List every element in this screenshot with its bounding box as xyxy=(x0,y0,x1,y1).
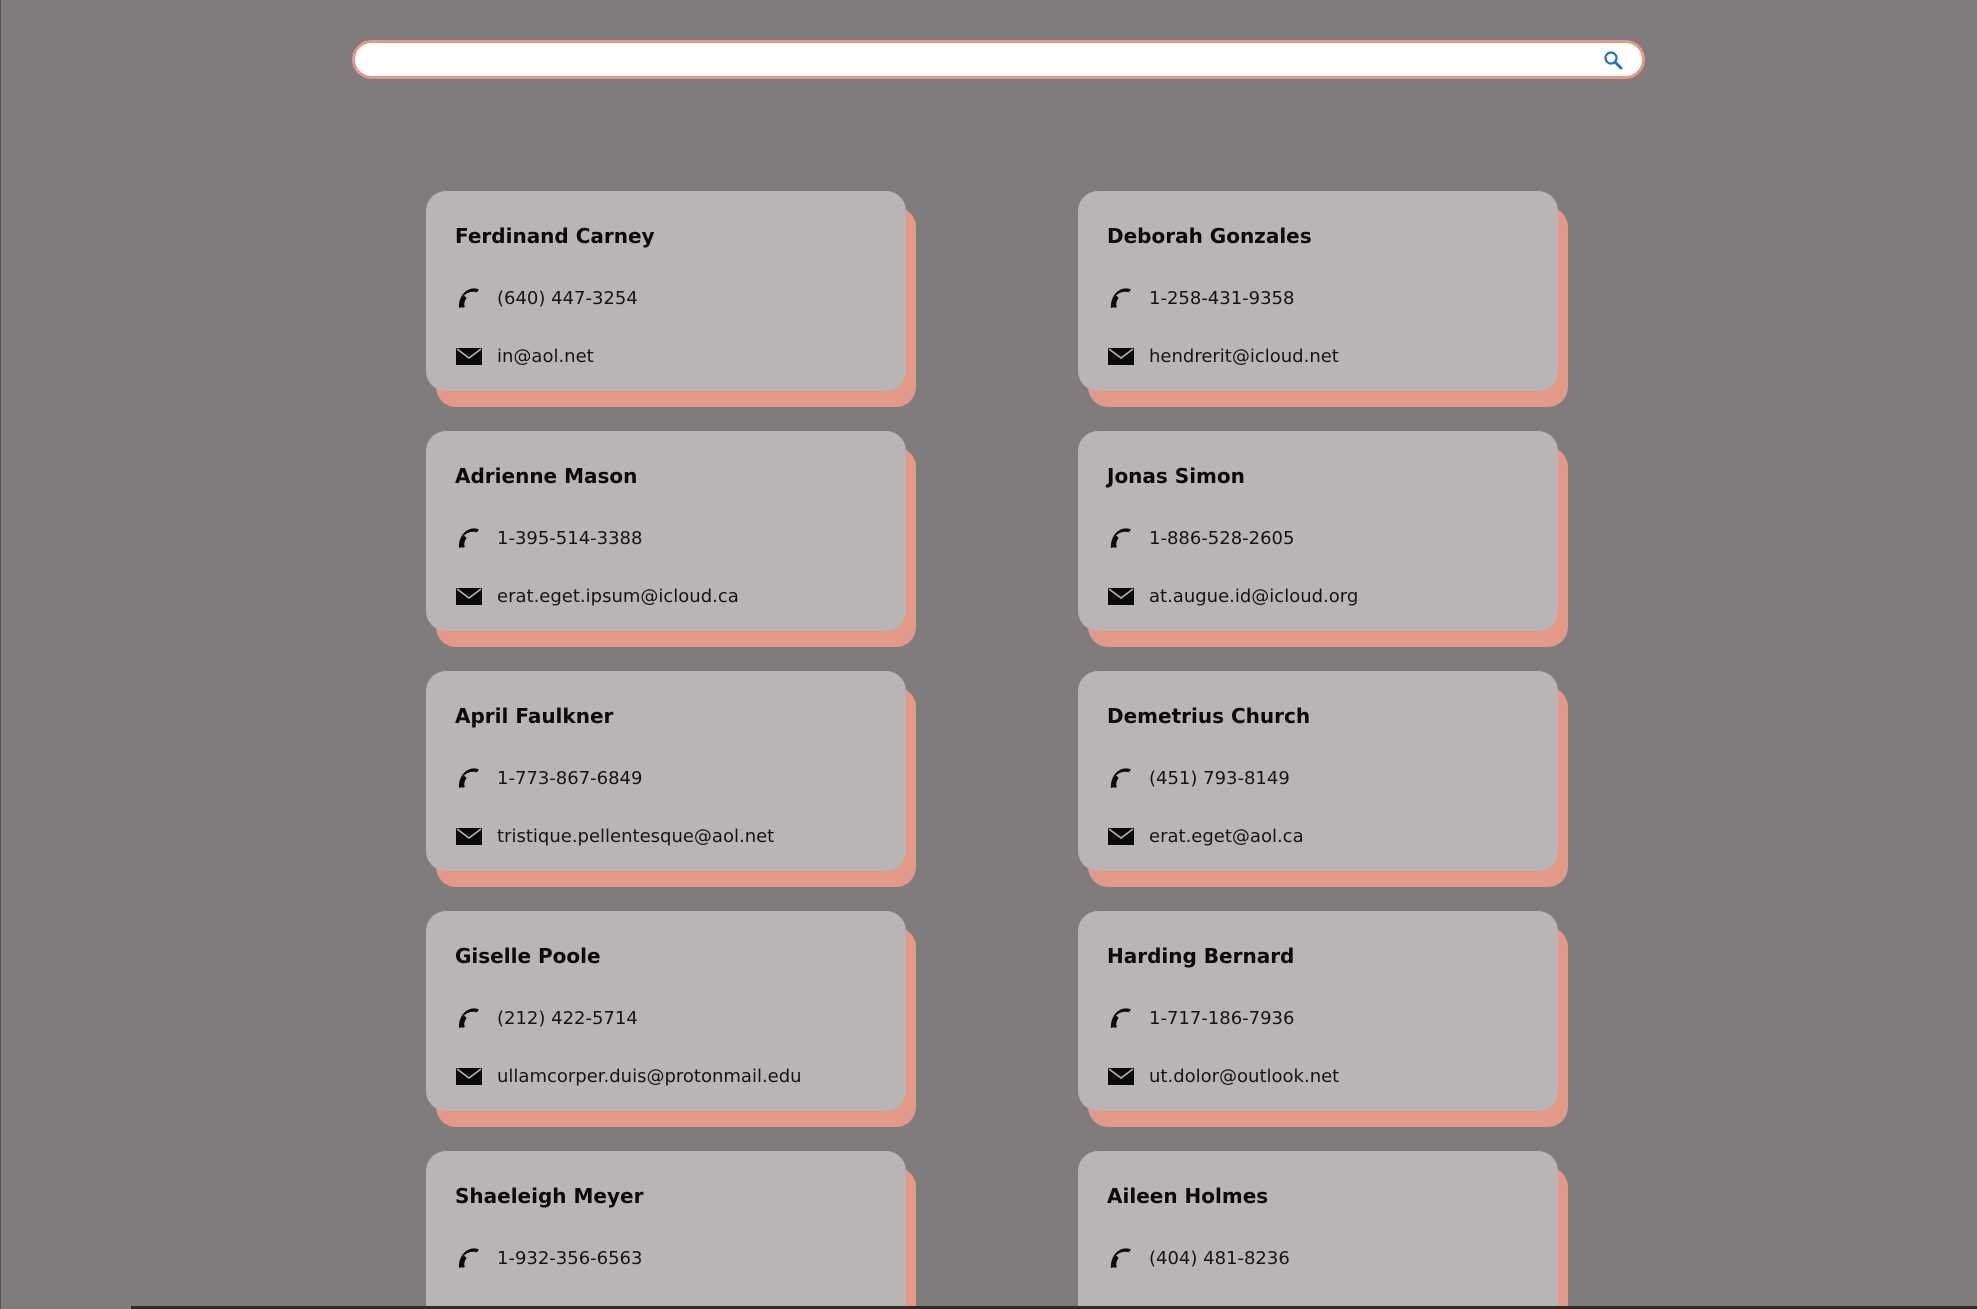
contact-card[interactable]: Aileen Holmes (404) 481-8236 xyxy=(1078,1151,1558,1309)
contact-email: erat.eget.ipsum@icloud.ca xyxy=(497,585,739,607)
contact-card[interactable]: Adrienne Mason 1-395-514-3388 erat.eget.… xyxy=(426,431,906,631)
mail-icon xyxy=(456,588,482,605)
contact-phone-row: 1-886-528-2605 xyxy=(1107,524,1558,552)
mail-icon xyxy=(1108,828,1134,845)
phone-icon xyxy=(458,1248,479,1268)
contact-card[interactable]: Demetrius Church (451) 793-8149 erat.ege… xyxy=(1078,671,1558,871)
search-icon[interactable] xyxy=(1603,50,1623,70)
phone-icon xyxy=(1110,288,1131,308)
contact-phone: (451) 793-8149 xyxy=(1149,767,1290,789)
phone-icon xyxy=(1110,1248,1131,1268)
phone-icon xyxy=(1110,768,1131,788)
mail-icon xyxy=(1108,588,1134,605)
contact-name: Deborah Gonzales xyxy=(1107,224,1312,248)
phone-icon xyxy=(458,768,479,788)
contact-name: Giselle Poole xyxy=(455,944,601,968)
contact-email-row: ullamcorper.duis@protonmail.edu xyxy=(455,1062,906,1090)
contact-card[interactable]: Shaeleigh Meyer 1-932-356-6563 xyxy=(426,1151,906,1309)
contact-phone-row: (451) 793-8149 xyxy=(1107,764,1558,792)
contact-phone: 1-717-186-7936 xyxy=(1149,1007,1295,1029)
contact-phone-row: 1-258-431-9358 xyxy=(1107,284,1558,312)
contact-phone: (640) 447-3254 xyxy=(497,287,638,309)
contact-card[interactable]: Harding Bernard 1-717-186-7936 ut.dolor@… xyxy=(1078,911,1558,1111)
contacts-page: Ferdinand Carney (640) 447-3254 in@aol.n… xyxy=(0,0,1977,1309)
contact-name: Jonas Simon xyxy=(1107,464,1245,488)
phone-icon xyxy=(1110,1008,1131,1028)
contact-email-row: erat.eget@aol.ca xyxy=(1107,822,1558,850)
mail-icon xyxy=(1108,348,1134,365)
contact-name: April Faulkner xyxy=(455,704,614,728)
contact-phone: 1-886-528-2605 xyxy=(1149,527,1295,549)
contact-phone-row: 1-717-186-7936 xyxy=(1107,1004,1558,1032)
contact-email-row: hendrerit@icloud.net xyxy=(1107,342,1558,370)
contact-phone: (212) 422-5714 xyxy=(497,1007,638,1029)
contact-name: Adrienne Mason xyxy=(455,464,638,488)
mail-icon xyxy=(456,348,482,365)
contact-email: in@aol.net xyxy=(497,345,594,367)
contact-email-row: ut.dolor@outlook.net xyxy=(1107,1062,1558,1090)
contact-email: erat.eget@aol.ca xyxy=(1149,825,1304,847)
mail-icon xyxy=(456,1068,482,1085)
contact-phone-row: 1-932-356-6563 xyxy=(455,1244,906,1272)
contact-list: Ferdinand Carney (640) 447-3254 in@aol.n… xyxy=(426,191,1566,1309)
contact-card[interactable]: Ferdinand Carney (640) 447-3254 in@aol.n… xyxy=(426,191,906,391)
contact-phone: 1-395-514-3388 xyxy=(497,527,643,549)
contact-email-row: tristique.pellentesque@aol.net xyxy=(455,822,906,850)
contact-email-row: erat.eget.ipsum@icloud.ca xyxy=(455,582,906,610)
contact-email: ut.dolor@outlook.net xyxy=(1149,1065,1340,1087)
search-input[interactable] xyxy=(371,43,1595,78)
contact-phone: 1-258-431-9358 xyxy=(1149,287,1295,309)
phone-icon xyxy=(1110,528,1131,548)
contact-phone-row: 1-395-514-3388 xyxy=(455,524,906,552)
contact-phone: 1-932-356-6563 xyxy=(497,1247,643,1269)
contact-email-row: in@aol.net xyxy=(455,342,906,370)
search-bar[interactable] xyxy=(352,40,1645,79)
contact-card[interactable]: Giselle Poole (212) 422-5714 ullamcorper… xyxy=(426,911,906,1111)
phone-icon xyxy=(458,528,479,548)
contact-name: Aileen Holmes xyxy=(1107,1184,1269,1208)
phone-icon xyxy=(458,1008,479,1028)
contact-name: Harding Bernard xyxy=(1107,944,1295,968)
contact-card[interactable]: April Faulkner 1-773-867-6849 tristique.… xyxy=(426,671,906,871)
contact-email: hendrerit@icloud.net xyxy=(1149,345,1339,367)
contact-phone: (404) 481-8236 xyxy=(1149,1247,1290,1269)
phone-icon xyxy=(458,288,479,308)
mail-icon xyxy=(456,828,482,845)
contact-phone-row: 1-773-867-6849 xyxy=(455,764,906,792)
contact-name: Shaeleigh Meyer xyxy=(455,1184,644,1208)
contact-name: Ferdinand Carney xyxy=(455,224,655,248)
contact-phone-row: (212) 422-5714 xyxy=(455,1004,906,1032)
contact-email-row: at.augue.id@icloud.org xyxy=(1107,582,1558,610)
contact-phone-row: (404) 481-8236 xyxy=(1107,1244,1558,1272)
contact-card[interactable]: Jonas Simon 1-886-528-2605 at.augue.id@i… xyxy=(1078,431,1558,631)
contact-phone-row: (640) 447-3254 xyxy=(455,284,906,312)
contact-card[interactable]: Deborah Gonzales 1-258-431-9358 hendreri… xyxy=(1078,191,1558,391)
contact-name: Demetrius Church xyxy=(1107,704,1311,728)
contact-phone: 1-773-867-6849 xyxy=(497,767,643,789)
contact-email: tristique.pellentesque@aol.net xyxy=(497,825,775,847)
mail-icon xyxy=(1108,1068,1134,1085)
contact-email: at.augue.id@icloud.org xyxy=(1149,585,1359,607)
contact-email: ullamcorper.duis@protonmail.edu xyxy=(497,1065,802,1087)
